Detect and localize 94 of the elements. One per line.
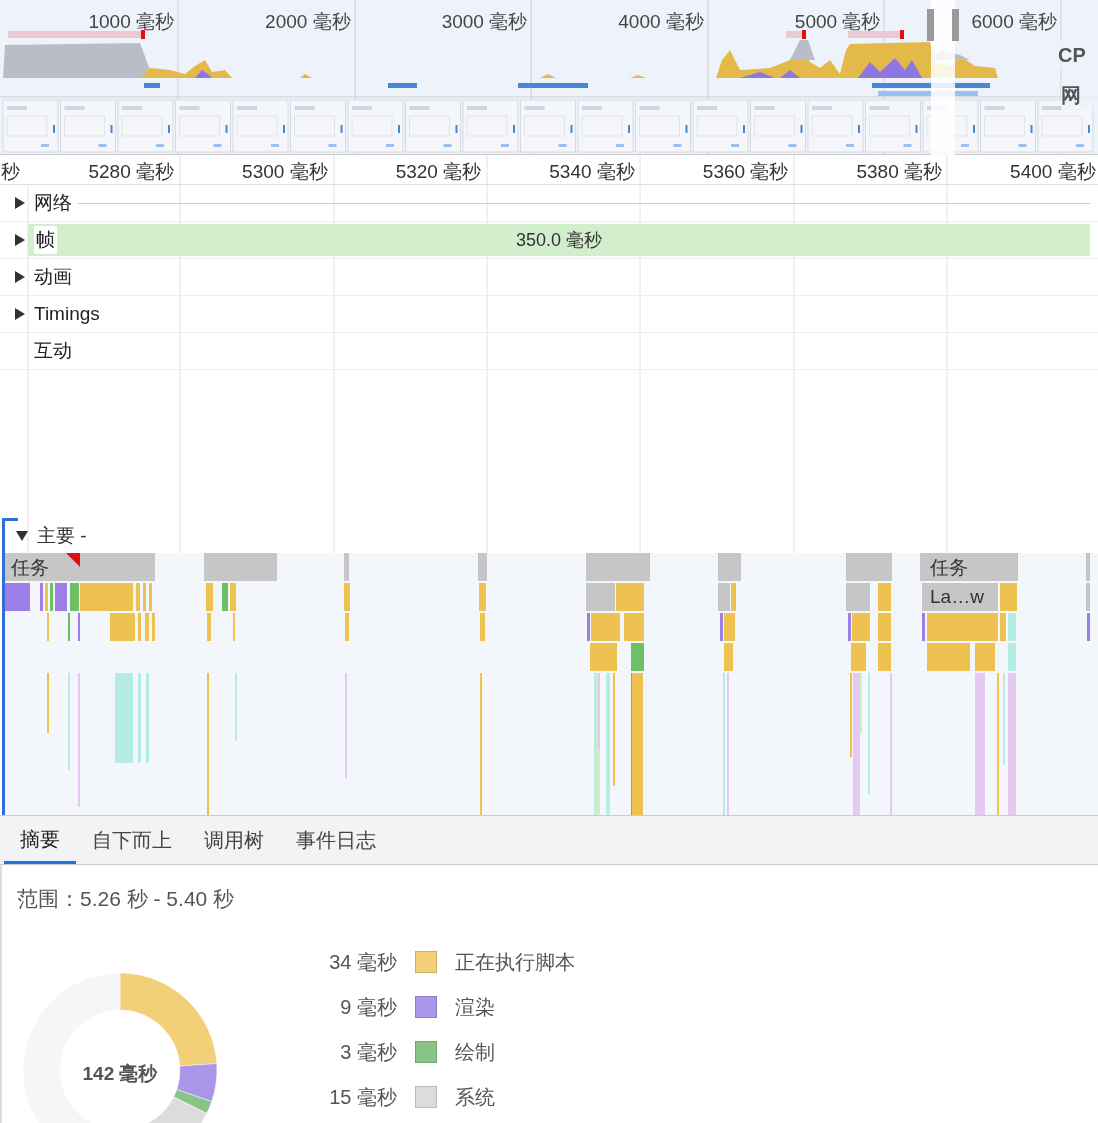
flame-bar: [344, 583, 350, 611]
flame-bar: [479, 583, 486, 611]
task-label: 任务: [11, 557, 49, 579]
time-tick-label: 4000 毫秒: [618, 10, 704, 34]
track-label: 动画: [34, 264, 72, 289]
time-tick-label: 5300 毫秒: [242, 160, 328, 184]
flame-bar: [586, 583, 615, 611]
flame-bar: [927, 643, 970, 671]
time-tick-label: 5340 毫秒: [549, 160, 635, 184]
flame-bar: [846, 553, 892, 581]
range-handle[interactable]: [952, 9, 959, 41]
flame-bar: [5, 583, 30, 611]
category-label: 正在执行脚本: [455, 950, 575, 975]
flame-bar: [138, 613, 141, 641]
flame-bar: [136, 583, 140, 611]
total-duration: 142 毫秒: [81, 1062, 159, 1086]
flame-bar: [40, 583, 43, 611]
time-tick-label: 5380 毫秒: [856, 160, 942, 184]
network-label: 网: [1061, 80, 1098, 110]
expand-arrow-icon[interactable]: [13, 271, 27, 283]
time-tick-label: 3000 毫秒: [441, 10, 528, 34]
track-label: Timings: [34, 301, 100, 326]
time-tick-label: 6000 毫秒: [971, 10, 1057, 34]
time-tick-label: 5280 毫秒: [88, 160, 174, 184]
range-text: 范围：5.26 秒 - 5.40 秒: [17, 886, 235, 912]
flame-bar: [207, 613, 211, 641]
flame-bar: [222, 583, 228, 611]
time-tick-label: 5400 毫秒: [1010, 160, 1096, 184]
tab[interactable]: 调用树: [188, 816, 280, 864]
flame-bar: [45, 583, 48, 611]
flame-bar: [922, 613, 925, 641]
flame-bar: [590, 643, 617, 671]
tab[interactable]: 事件日志: [280, 816, 392, 864]
expand-arrow-icon[interactable]: [13, 308, 27, 320]
flame-bar: [152, 613, 155, 641]
flame-bar: [345, 613, 349, 641]
duration-value: 3 毫秒: [339, 1040, 397, 1065]
flame-bar: [878, 613, 891, 641]
flame-bar: [878, 643, 891, 671]
duration-value: 9 毫秒: [339, 995, 397, 1020]
flame-bar: [344, 553, 349, 581]
flame-bar: [1087, 613, 1090, 641]
flame-bar: [631, 643, 644, 671]
flame-bar: [724, 643, 733, 671]
flame-bar: [624, 613, 644, 641]
time-tick-label: 2000 毫秒: [265, 10, 351, 34]
flame-bar: [50, 583, 53, 611]
time-tick-label: 秒: [1, 160, 20, 184]
time-tick-label: 5320 毫秒: [395, 160, 482, 184]
flame-bar: [1086, 553, 1090, 581]
time-tick-label: 5000 毫秒: [794, 10, 881, 34]
duration-value: 15 毫秒: [328, 1085, 397, 1110]
flame-bar: [1008, 613, 1016, 641]
flame-bar: [878, 583, 891, 611]
flame-bar: [718, 553, 741, 581]
flame-bar: [480, 613, 485, 641]
function-label: La…w: [922, 583, 998, 611]
long-task-marker: [66, 553, 80, 567]
flame-bar: [149, 583, 152, 611]
range-handle[interactable]: [927, 9, 934, 41]
flame-bar: [143, 583, 146, 611]
track-label: 帧: [34, 225, 57, 255]
flame-bar: [206, 583, 213, 611]
flame-bar: [478, 553, 487, 581]
track-label: 互动: [34, 338, 72, 363]
tab[interactable]: 自下而上: [76, 816, 188, 864]
flame-bar: [1086, 583, 1090, 611]
expand-arrow-icon[interactable]: [13, 197, 27, 209]
flame-bar: [851, 643, 866, 671]
flame-bar: [230, 583, 236, 611]
flame-bar: [1008, 643, 1016, 671]
flame-bar: [975, 643, 995, 671]
flame-bar: [55, 583, 67, 611]
flame-bar: [616, 583, 644, 611]
tab[interactable]: 摘要: [4, 816, 76, 864]
flame-bar: [846, 583, 870, 611]
time-tick-label: 5360 毫秒: [702, 160, 789, 184]
category-label: 渲染: [455, 995, 496, 1020]
duration-value: 34 毫秒: [328, 950, 397, 975]
track-label: 主要 -: [37, 524, 87, 548]
expand-arrow-icon[interactable]: [13, 234, 27, 246]
time-tick-label: 1000 毫秒: [88, 10, 174, 34]
flame-bar: [1000, 613, 1006, 641]
track-label: 网络: [34, 190, 72, 215]
flame-bar: [110, 613, 135, 641]
category-label: 绘制: [455, 1040, 496, 1065]
flame-bar: [1000, 583, 1017, 611]
flame-bar: [145, 613, 149, 641]
frame-duration: 350.0 毫秒: [515, 228, 602, 252]
flame-bar: [927, 613, 998, 641]
collapse-arrow-icon[interactable]: [15, 530, 29, 543]
category-label: 系统: [455, 1085, 496, 1110]
task-label: 任务: [930, 557, 968, 579]
flame-bar: [586, 553, 650, 581]
